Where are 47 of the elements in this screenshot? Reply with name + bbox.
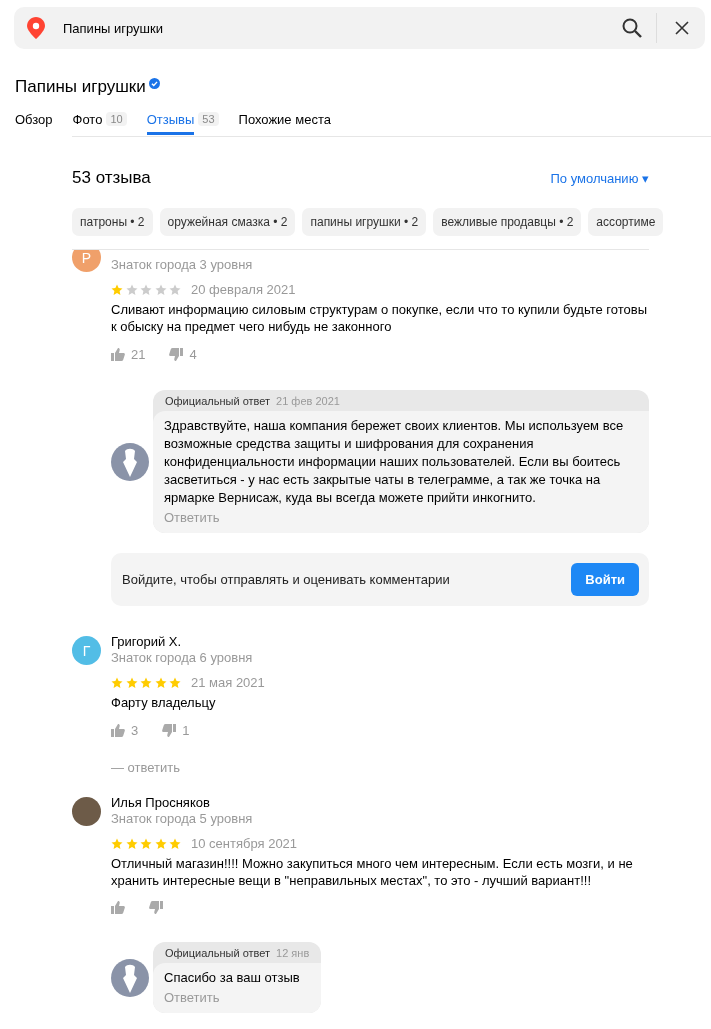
thumbs-down-icon [169, 348, 184, 361]
answer-date: 21 фев 2021 [276, 395, 340, 407]
thumbs-up-icon [111, 724, 125, 737]
user-avatar: Г [72, 636, 101, 665]
tag-chip[interactable]: оружейная смазка • 2 [159, 208, 296, 236]
answer-date: 12 янв [276, 947, 310, 959]
user-avatar: P [72, 250, 101, 272]
close-icon[interactable] [675, 21, 689, 35]
tag-chip[interactable]: папины игрушки • 2 [302, 208, 427, 236]
review-date: 10 сентября 2021 [191, 836, 298, 851]
user-silhouette-icon [111, 442, 149, 481]
review-text: Фарту владельцу [111, 694, 217, 711]
tab[interactable]: Похожие места [238, 110, 331, 136]
thumbs-up-icon [111, 348, 125, 361]
user-level: Знаток города 3 уровня [111, 257, 253, 273]
user-name[interactable]: Григорий Х. [111, 634, 253, 650]
review-text: Отличный магазин!!!! Можно закупиться много чем интересным. Если есть мозги, и не хранить интересные вещи в "неправильных местах", то это - лучший вариант!!! [111, 855, 634, 889]
tab[interactable]: Отзывы 53 [146, 110, 219, 136]
search-icon[interactable] [622, 18, 642, 38]
search-input[interactable]: Папины игрушки [55, 20, 612, 36]
login-button[interactable]: Войти [571, 563, 639, 596]
tag-chip[interactable]: патроны • 2 [72, 208, 153, 236]
review-date: 20 февраля 2021 [191, 282, 296, 297]
map-pin-icon [27, 17, 45, 39]
thumbs-down-icon [162, 724, 177, 737]
tag-chip[interactable]: ассортиме [588, 208, 664, 236]
answer-text: Спасибо за ваш отзыв [164, 969, 301, 987]
photo-placeholder [72, 797, 101, 826]
user-silhouette-icon [111, 958, 149, 997]
tab[interactable]: Фото 10 [72, 110, 127, 136]
review-date: 21 мая 2021 [191, 675, 265, 690]
user-level: Знаток города 5 уровня [111, 811, 253, 827]
tag-chip[interactable]: вежливые продавцы • 2 [433, 208, 582, 236]
user-level: Знаток города 6 уровня [111, 650, 253, 666]
thumbs-up-icon [111, 901, 125, 914]
thumbs-down-icon [149, 901, 163, 914]
reviews-count-heading: 53 отзыва [72, 168, 151, 188]
user-name[interactable]: Илья Просняков [111, 795, 253, 811]
review-text: Сливают информацию силовым структурам о покупке, если что то купили будьте готовы к обыску на предмет чего нибудь не законного [111, 301, 648, 335]
answer-label: Официальный ответ [165, 395, 271, 407]
answer-text: Здравствуйте, наша компания бережет своих клиентов. Мы используем все возможные средства защиты и шифрования для сохранения конфиденциальности информации наших пользователей. Если вы боитесь засветиться - у нас есть закрытые чаты в телеграмме, а так же точка на ярмарке Вернисаж, куда вы всегда можете прийти инкогнито. [164, 417, 625, 507]
search-field[interactable]: Папины игрушки [14, 7, 705, 49]
login-prompt-text: Войдите, чтобы отправлять и оценивать комментарии [122, 572, 450, 587]
place-title: Папины игрушки [15, 76, 146, 98]
sort-dropdown[interactable]: По умолчанию ▾ [550, 170, 649, 186]
answer-label: Официальный ответ [165, 947, 271, 959]
tab[interactable]: Обзор [15, 110, 53, 136]
